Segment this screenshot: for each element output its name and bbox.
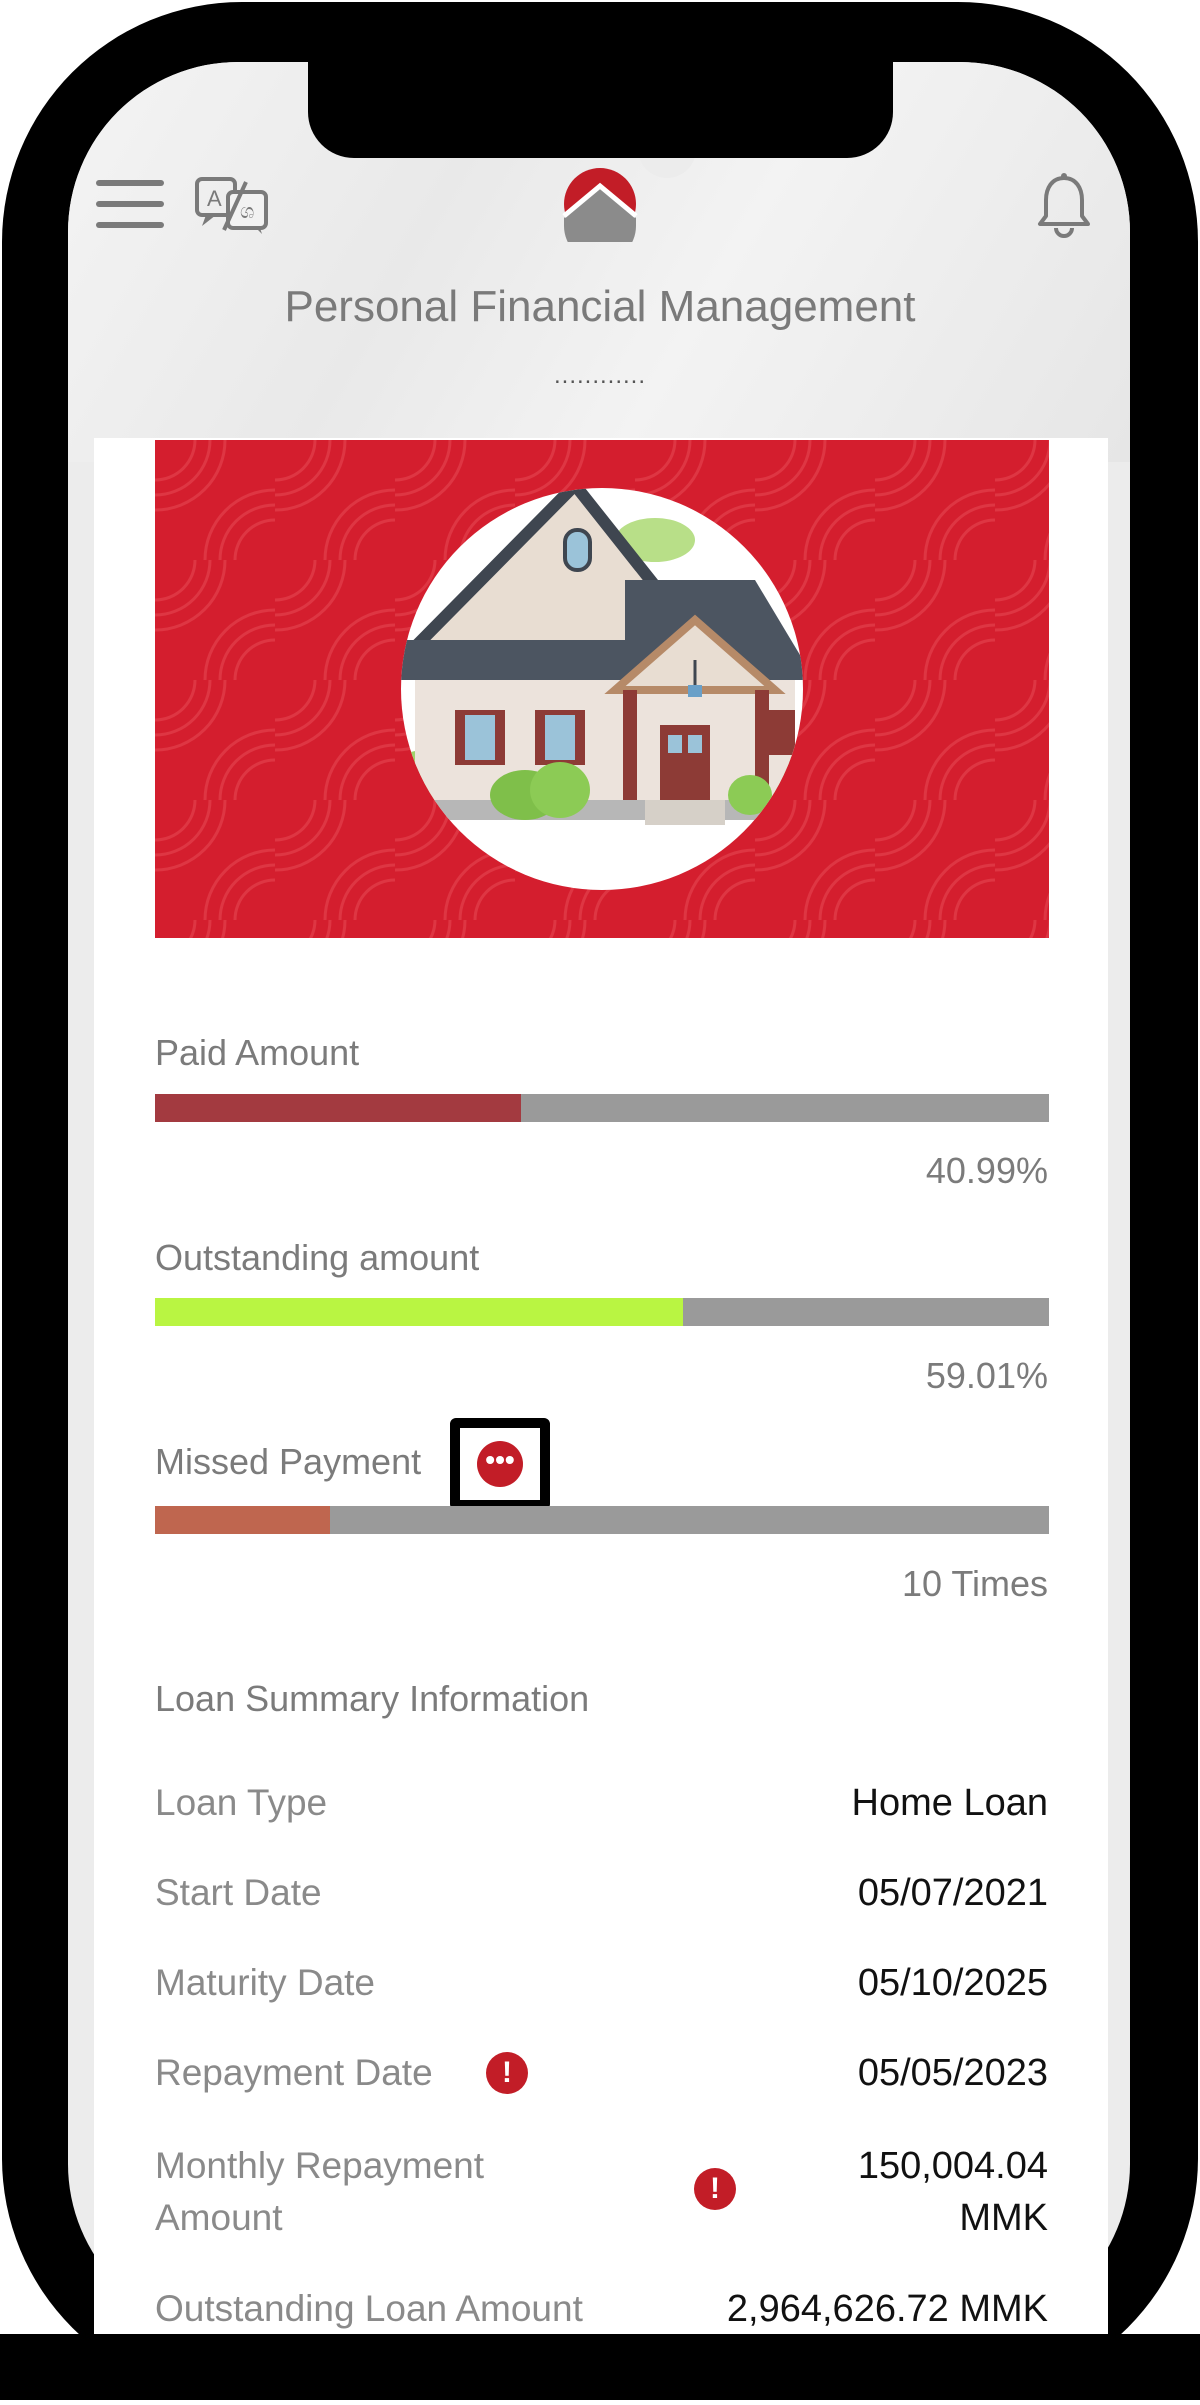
house-illustration	[155, 440, 1049, 938]
bank-logo-icon	[562, 166, 638, 262]
outstanding-amount-percent: 59.01%	[925, 1355, 1048, 1396]
page-title: Personal Financial Management	[284, 282, 916, 331]
outstanding-loan-amount-value: 2,964,626.72 MMK	[726, 2288, 1048, 2330]
missed-payment-label: Missed Payment	[155, 1441, 422, 1482]
monthly-repayment-label-line1: Monthly Repayment	[155, 2145, 485, 2186]
monthly-repayment-label-line2: Amount	[155, 2197, 283, 2238]
hamburger-menu-icon[interactable]	[94, 176, 166, 232]
missed-payment-more-button[interactable]: •••	[450, 1418, 550, 1510]
start-date-value: 05/07/2021	[857, 1872, 1048, 1914]
outstanding-amount-label: Outstanding amount	[155, 1237, 480, 1278]
paid-amount-bar-fill	[155, 1094, 522, 1122]
missed-payment-bar	[155, 1506, 1049, 1534]
outstanding-amount-bar	[155, 1298, 1049, 1326]
paid-amount-percent: 40.99%	[925, 1150, 1048, 1191]
start-date-label: Start Date	[155, 1872, 322, 1913]
loan-summary-title: Loan Summary Information	[155, 1678, 590, 1719]
title-dots: ............	[553, 362, 646, 389]
missed-payment-count: 10 Times	[901, 1563, 1048, 1604]
translate-icon[interactable]: A ශ	[194, 176, 270, 234]
loan-type-label: Loan Type	[155, 1782, 328, 1823]
paid-amount-bar	[155, 1094, 1049, 1122]
repayment-date-value: 05/05/2023	[857, 2052, 1048, 2094]
monthly-repayment-alert-icon[interactable]: !	[694, 2168, 736, 2210]
outstanding-amount-bar-fill	[155, 1298, 683, 1326]
monthly-repayment-value-line1: 150,004.04	[857, 2145, 1048, 2187]
svg-text:A: A	[207, 186, 222, 211]
loan-type-value: Home Loan	[851, 1782, 1048, 1824]
repayment-date-label: Repayment Date	[155, 2052, 433, 2093]
maturity-date-value: 05/10/2025	[857, 1962, 1048, 2004]
monthly-repayment-value-line2: MMK	[959, 2197, 1048, 2239]
paid-amount-label: Paid Amount	[155, 1032, 360, 1073]
svg-text:ශ: ශ	[240, 201, 254, 223]
loan-banner	[155, 440, 1049, 938]
monthly-repayment-label: Monthly Repayment Amount	[155, 2140, 484, 2244]
more-dots-icon: •••	[477, 1441, 523, 1487]
maturity-date-label: Maturity Date	[155, 1962, 376, 2003]
monthly-repayment-value: 150,004.04 MMK	[858, 2140, 1048, 2244]
repayment-date-alert-icon[interactable]: !	[486, 2052, 528, 2094]
bell-icon[interactable]	[1036, 172, 1092, 238]
phone-notch	[308, 62, 893, 158]
missed-payment-bar-fill	[155, 1506, 331, 1534]
outstanding-loan-amount-label: Outstanding Loan Amount	[155, 2288, 583, 2329]
